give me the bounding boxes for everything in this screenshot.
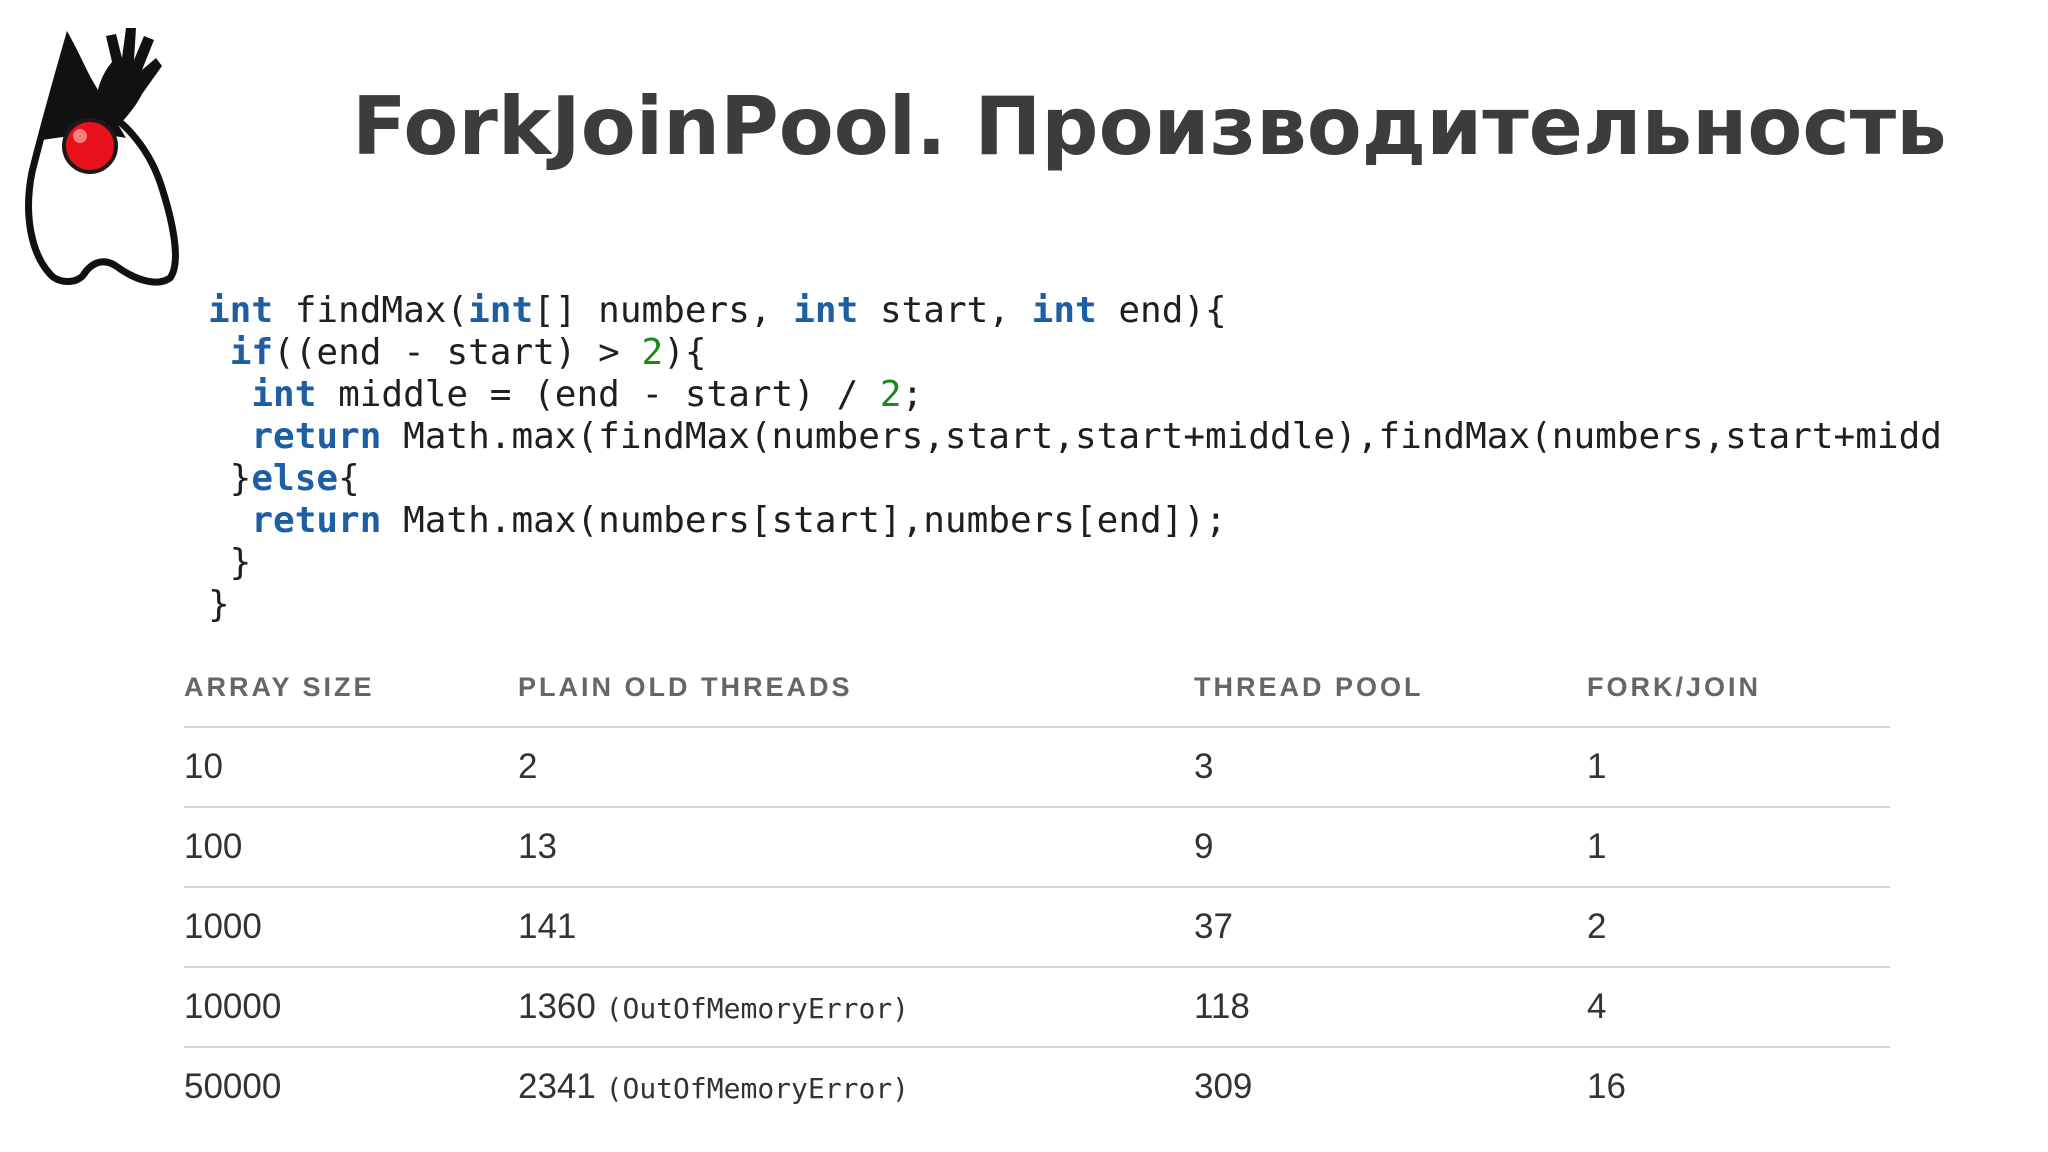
table-row: 50000 2341 (OutOfMemoryError) 309 16 bbox=[184, 1047, 1890, 1126]
code-text: ; bbox=[901, 374, 924, 415]
code-text: findMax( bbox=[273, 290, 469, 331]
code-text: } bbox=[208, 458, 252, 499]
error-note: (OutOfMemoryError) bbox=[605, 992, 910, 1025]
code-line: return Math.max(numbers[start],numbers[e… bbox=[208, 500, 2048, 542]
header-thread-pool: THREAD POOL bbox=[1194, 648, 1587, 728]
code-number: 2 bbox=[879, 374, 902, 415]
cell-array-size: 100 bbox=[184, 807, 518, 888]
code-line: return Math.max(findMax(numbers,start,st… bbox=[208, 416, 2048, 458]
code-text: end){ bbox=[1096, 290, 1227, 331]
code-keyword: int bbox=[1031, 290, 1097, 331]
code-text: start, bbox=[858, 290, 1032, 331]
cell-fork-join: 1 bbox=[1587, 727, 1890, 808]
cell-plain-threads: 13 bbox=[518, 807, 1194, 888]
code-keyword: else bbox=[251, 458, 339, 499]
code-line: int middle = (end - start) / 2; bbox=[208, 374, 2048, 416]
code-text: ((end - start) > bbox=[273, 332, 642, 373]
cell-thread-pool: 3 bbox=[1194, 727, 1587, 808]
code-keyword: return bbox=[251, 500, 382, 541]
cell-plain-threads: 2 bbox=[518, 727, 1194, 808]
code-text: { bbox=[338, 458, 360, 499]
code-keyword: int bbox=[793, 290, 859, 331]
code-keyword: int bbox=[208, 290, 274, 331]
code-keyword: int bbox=[468, 290, 534, 331]
code-text: middle = (end - start) / bbox=[316, 374, 880, 415]
code-keyword: if bbox=[229, 332, 274, 373]
code-text: Math.max(findMax(numbers,start,start+mid… bbox=[381, 416, 1942, 457]
code-keyword: return bbox=[251, 416, 382, 457]
error-note: (OutOfMemoryError) bbox=[605, 1072, 910, 1105]
plain-time: 2341 bbox=[518, 1067, 596, 1106]
cell-thread-pool: 37 bbox=[1194, 887, 1587, 968]
code-keyword: int bbox=[251, 374, 317, 415]
cell-array-size: 50000 bbox=[184, 1067, 282, 1106]
table-row: 10000 1360 (OutOfMemoryError) 118 4 bbox=[184, 967, 1890, 1048]
cell-array-size: 10 bbox=[184, 727, 518, 808]
code-line: int findMax(int[] numbers, int start, in… bbox=[208, 290, 2048, 332]
code-text: ){ bbox=[663, 332, 707, 373]
duke-nose bbox=[62, 118, 118, 174]
code-text: Math.max(numbers[start],numbers[end]); bbox=[381, 500, 1227, 541]
code-number: 2 bbox=[641, 332, 664, 373]
header-plain-old-threads: PLAIN OLD THREADS bbox=[518, 648, 1194, 728]
cell-plain-threads: 2341 (OutOfMemoryError) bbox=[518, 1047, 1194, 1126]
table-header-row: ARRAY SIZE PLAIN OLD THREADS THREAD POOL… bbox=[184, 648, 1890, 728]
code-line: if((end - start) > 2){ bbox=[208, 332, 2048, 374]
code-text: } bbox=[208, 584, 230, 625]
performance-table: ARRAY SIZE PLAIN OLD THREADS THREAD POOL… bbox=[184, 648, 1890, 1126]
cell-fork-join: 16 bbox=[1587, 1067, 1626, 1106]
java-duke-logo-icon bbox=[25, 28, 179, 286]
header-fork-join: FORK/JOIN bbox=[1587, 648, 1890, 728]
cell-plain-threads: 141 bbox=[518, 887, 1194, 968]
code-listing: int findMax(int[] numbers, int start, in… bbox=[208, 290, 2048, 626]
code-text: } bbox=[208, 542, 252, 583]
code-line: }else{ bbox=[208, 458, 2048, 500]
cell-fork-join: 4 bbox=[1587, 967, 1890, 1048]
cell-fork-join: 2 bbox=[1587, 887, 1890, 968]
slide-title: ForkJoinPool. Производительность bbox=[352, 80, 1947, 173]
cell-array-size: 1000 bbox=[184, 887, 518, 968]
table-row: 1000 141 37 2 bbox=[184, 887, 1890, 968]
table-row: 100 13 9 1 bbox=[184, 807, 1890, 888]
plain-time: 2 bbox=[518, 747, 538, 786]
table-row: 10 2 3 1 bbox=[184, 727, 1890, 808]
code-text: [] numbers, bbox=[533, 290, 794, 331]
cell-plain-threads: 1360 (OutOfMemoryError) bbox=[518, 967, 1194, 1048]
plain-time: 13 bbox=[518, 827, 557, 866]
plain-time: 141 bbox=[518, 907, 577, 946]
header-array-size: ARRAY SIZE bbox=[184, 648, 518, 728]
cell-thread-pool: 9 bbox=[1194, 807, 1587, 888]
code-line: } bbox=[208, 542, 2048, 584]
cell-thread-pool: 309 bbox=[1194, 1067, 1253, 1106]
cell-thread-pool: 118 bbox=[1194, 967, 1587, 1048]
code-line: } bbox=[208, 584, 2048, 626]
cell-fork-join: 1 bbox=[1587, 807, 1890, 888]
plain-time: 1360 bbox=[518, 987, 596, 1026]
cell-array-size: 10000 bbox=[184, 967, 518, 1048]
